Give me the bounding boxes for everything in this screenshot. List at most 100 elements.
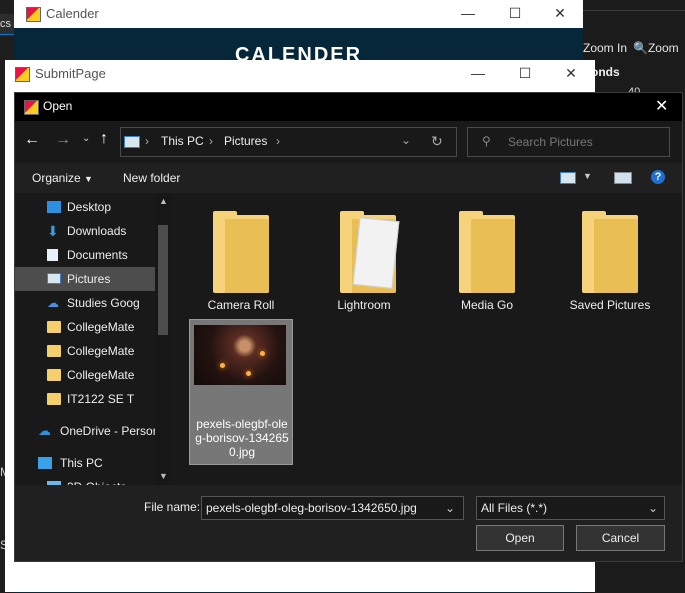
sidebar-item-this-pc[interactable]: This PC (15, 451, 170, 475)
file-name-input[interactable]: pexels-olegbf-oleg-borisov-1342650.jpg ⌄ (201, 496, 464, 520)
caret-down-icon[interactable]: ▼ (583, 171, 592, 181)
candle-flame (246, 371, 251, 376)
ide-divider (583, 10, 685, 11)
forward-arrow-icon[interactable]: → (55, 131, 71, 149)
desktop-icon (47, 201, 61, 213)
zoom-label: Zoom (647, 41, 679, 55)
sidebar-item-label: This PC (60, 456, 103, 470)
search-input[interactable]: ⚲ Search Pictures (467, 127, 670, 157)
breadcrumb-separator-icon: › (276, 134, 280, 148)
folder-tile-lightroom[interactable]: Lightroom (312, 201, 416, 313)
caret-down-icon: ▼ (84, 174, 93, 184)
scroll-down-icon[interactable]: ▼ (159, 471, 168, 481)
sidebar-item-documents[interactable]: Documents 📌 (15, 243, 170, 267)
sidebar-item-collegemate-1[interactable]: CollegeMate (15, 315, 170, 339)
scrollbar-thumb[interactable] (158, 225, 168, 335)
sidebar-scrollbar[interactable]: ▲ ▼ (155, 193, 172, 485)
sidebar-item-onedrive[interactable]: ☁ OneDrive - Persor (15, 419, 170, 443)
folder-tile-media-go[interactable]: Media Go (435, 201, 539, 313)
sidebar-item-downloads[interactable]: ⬇ Downloads 📌 (15, 219, 170, 243)
onedrive-icon: ☁ (38, 423, 51, 438)
file-tile-selected-image[interactable]: pexels-olegbf-ole g-borisov-134265 0.jpg (189, 319, 293, 465)
sidebar-item-label: Studies Goog (67, 296, 140, 310)
calender-titlebar: Calender — ☐ ✕ (14, 0, 583, 28)
nav-row: ← → ⌄ ↑ › This PC › Pictures › ⌄ ↻ ⚲ Sea… (15, 121, 682, 163)
chevron-down-icon[interactable]: ⌄ (445, 497, 455, 519)
breadcrumb-separator-icon: › (145, 134, 149, 148)
breadcrumb-this-pc[interactable]: This PC (161, 134, 204, 148)
sidebar-item-collegemate-2[interactable]: CollegeMate (15, 339, 170, 363)
sidebar-item-desktop[interactable]: Desktop 📌 (15, 195, 170, 219)
zoom-in-label: Zoom In (583, 41, 628, 55)
folder-icon (47, 393, 61, 405)
minimize-button[interactable]: — (455, 60, 501, 88)
back-arrow-icon[interactable]: ← (24, 131, 40, 149)
new-folder-label: New folder (123, 171, 181, 185)
organize-label: Organize (32, 171, 81, 185)
zoom-in-button[interactable]: Zoom In (583, 41, 627, 55)
sidebar-item-label: OneDrive - Persor (60, 424, 157, 438)
cancel-button[interactable]: Cancel (576, 525, 665, 551)
maximize-button[interactable]: ☐ (502, 60, 548, 88)
preview-pane-icon[interactable] (614, 172, 632, 184)
chevron-down-icon[interactable]: ⌄ (401, 133, 411, 147)
file-name-value: pexels-olegbf-oleg-borisov-1342650.jpg (206, 501, 417, 515)
app-icon (26, 7, 41, 22)
tile-label: Lightroom (337, 298, 391, 312)
ide-tab-underline (0, 34, 14, 35)
refresh-icon[interactable]: ↻ (431, 133, 443, 150)
chevron-down-icon[interactable]: ⌄ (648, 497, 658, 519)
sidebar-item-label: 3D Objects (67, 475, 145, 485)
up-arrow-icon[interactable]: ↑ (100, 130, 108, 148)
candle-flame (260, 351, 265, 356)
pictures-icon (47, 273, 61, 284)
sidebar-item-3d-objects[interactable]: 3D Objects (15, 475, 170, 485)
sidebar-item-label: IT2122 SE T (67, 392, 135, 406)
breadcrumb-pictures[interactable]: Pictures (224, 134, 267, 148)
open-button[interactable]: Open (476, 525, 564, 551)
organize-button[interactable]: Organize ▼ (32, 171, 93, 185)
new-folder-button[interactable]: New folder (123, 171, 180, 185)
maximize-button[interactable]: ☐ (492, 0, 538, 28)
sidebar-item-label: Pictures (67, 272, 111, 286)
open-dialog: Open ✕ ← → ⌄ ↑ › This PC › Pictures › ⌄ … (14, 92, 683, 562)
folder-icon (47, 369, 61, 381)
sidebar-item-pictures[interactable]: Pictures 📌 (15, 267, 170, 291)
3d-objects-icon (47, 481, 61, 485)
tile-label: Saved Pictures (569, 298, 651, 312)
folder-icon (459, 211, 515, 293)
close-button[interactable]: ✕ (537, 0, 583, 28)
close-button[interactable]: ✕ (548, 60, 594, 88)
file-list: Camera Roll Lightroom Media Go Saved Pic… (172, 193, 682, 485)
folder-icon (47, 345, 61, 357)
submit-title: SubmitPage (35, 66, 106, 81)
folder-tile-saved-pictures[interactable]: Saved Pictures (558, 201, 662, 313)
sidebar-item-label: CollegeMate (67, 320, 135, 334)
sidebar-item-it2122[interactable]: IT2122 SE T (15, 387, 170, 411)
folder-tile-camera-roll[interactable]: Camera Roll (189, 201, 293, 313)
close-button[interactable]: ✕ (655, 96, 668, 116)
cloud-drive-icon: ☁ (47, 296, 59, 310)
sidebar-item-collegemate-3[interactable]: CollegeMate (15, 363, 170, 387)
folder-icon (47, 321, 61, 333)
file-type-select[interactable]: All Files (*.*) ⌄ (476, 496, 665, 520)
zoom-button[interactable]: 🔍Zoom (633, 41, 679, 55)
sidebar-item-studies-drive[interactable]: ☁ Studies Goog 📌 (15, 291, 170, 315)
scroll-up-icon[interactable]: ▲ (159, 196, 168, 206)
ide-tab[interactable]: cs (0, 14, 14, 34)
recent-dropdown-icon[interactable]: ⌄ (82, 133, 90, 144)
help-icon[interactable]: ? (651, 170, 665, 184)
sidebar-item-label: Documents (67, 248, 128, 262)
seconds-header: onds (591, 65, 620, 79)
address-bar[interactable]: › This PC › Pictures › ⌄ ↻ (120, 127, 457, 157)
minimize-button[interactable]: — (445, 0, 491, 28)
download-icon: ⬇ (47, 223, 59, 239)
command-bar: Organize ▼ New folder ▼ ? (15, 163, 682, 193)
breadcrumb-separator-icon: › (209, 134, 213, 148)
app-icon (24, 100, 39, 115)
tile-label-line: g-borisov-134265 (195, 431, 289, 445)
file-type-value: All Files (*.*) (481, 501, 548, 515)
view-options-icon[interactable] (560, 172, 576, 184)
help-label: ? (654, 171, 662, 183)
sidebar-item-label: CollegeMate (67, 344, 135, 358)
